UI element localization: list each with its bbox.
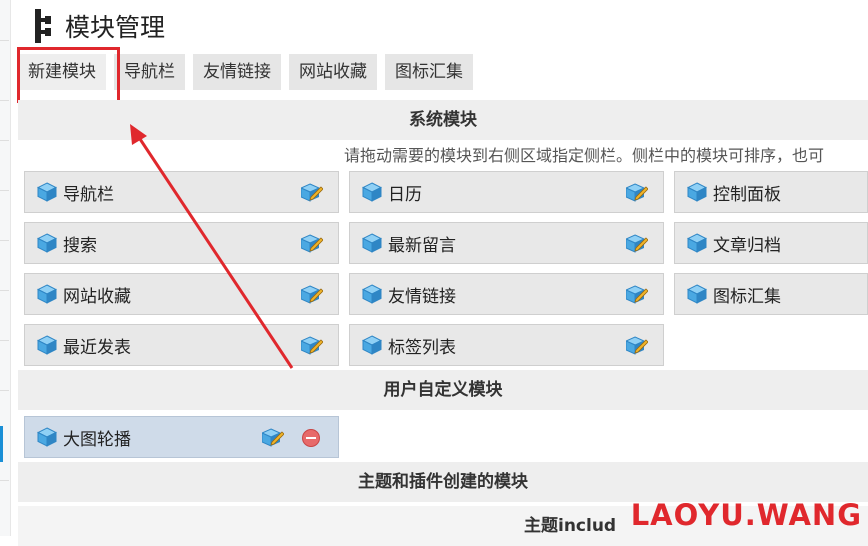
- cube-icon: [687, 182, 707, 202]
- tab-site-favorites[interactable]: 网站收藏: [289, 54, 377, 90]
- rail-divider: [0, 290, 9, 291]
- system-modules-title: 系统模块: [409, 110, 477, 130]
- cube-icon: [687, 233, 707, 253]
- drag-hint: 请拖动需要的模块到右侧区域指定侧栏。侧栏中的模块可排序，也可: [344, 146, 825, 165]
- edit-icon[interactable]: [626, 232, 648, 254]
- rail-divider: [0, 100, 9, 101]
- module-label: 网站收藏: [63, 286, 131, 307]
- theme-include-text: 主题includ: [524, 516, 617, 536]
- custom-modules-title: 用户自定义模块: [383, 380, 503, 400]
- rail-divider: [0, 190, 9, 191]
- module-label: 标签列表: [388, 337, 456, 358]
- cube-icon: [37, 233, 57, 253]
- tree-icon: [34, 9, 52, 43]
- module-system-item[interactable]: 网站收藏: [24, 273, 339, 315]
- rail-divider: [0, 340, 9, 341]
- edit-icon[interactable]: [262, 426, 284, 448]
- rail-divider: [0, 140, 9, 141]
- rail-divider: [0, 240, 9, 241]
- module-system-item[interactable]: 图标汇集: [674, 273, 868, 315]
- cube-icon: [362, 182, 382, 202]
- edit-icon[interactable]: [626, 181, 648, 203]
- module-label: 最新留言: [388, 235, 456, 256]
- cube-icon: [37, 182, 57, 202]
- edit-icon[interactable]: [301, 283, 323, 305]
- module-custom-carousel[interactable]: 大图轮播: [24, 416, 339, 458]
- page-title: 模块管理: [34, 8, 165, 44]
- module-label: 搜索: [63, 235, 97, 256]
- tab-navbar[interactable]: 导航栏: [114, 54, 185, 90]
- module-system-item[interactable]: 最新留言: [349, 222, 664, 264]
- cube-icon: [362, 233, 382, 253]
- theme-modules-header: 主题和插件创建的模块: [18, 462, 868, 502]
- theme-modules-title: 主题和插件创建的模块: [358, 472, 528, 492]
- module-system-item[interactable]: 友情链接: [349, 273, 664, 315]
- edit-icon[interactable]: [301, 232, 323, 254]
- rail-divider: [0, 390, 9, 391]
- tab-icon-collection[interactable]: 图标汇集: [385, 54, 473, 90]
- cube-icon: [687, 284, 707, 304]
- module-label: 日历: [388, 184, 422, 205]
- rail-divider: [0, 40, 9, 41]
- edit-icon[interactable]: [626, 283, 648, 305]
- edit-icon[interactable]: [301, 334, 323, 356]
- rail-active-indicator: [0, 426, 3, 462]
- edit-icon[interactable]: [301, 181, 323, 203]
- rail-divider: [0, 480, 9, 481]
- module-system-item[interactable]: 导航栏: [24, 171, 339, 213]
- module-label: 导航栏: [63, 184, 114, 205]
- module-system-item[interactable]: 文章归档: [674, 222, 868, 264]
- module-label: 大图轮播: [63, 429, 131, 450]
- module-label: 友情链接: [388, 286, 456, 307]
- page-title-text: 模块管理: [65, 13, 166, 42]
- module-label: 文章归档: [713, 235, 781, 256]
- tab-friend-links[interactable]: 友情链接: [193, 54, 281, 90]
- module-system-item[interactable]: 控制面板: [674, 171, 868, 213]
- cube-icon: [37, 335, 57, 355]
- custom-modules-header: 用户自定义模块: [18, 370, 868, 410]
- system-modules-header: 系统模块: [18, 100, 868, 140]
- module-label: 图标汇集: [713, 286, 781, 307]
- edit-icon[interactable]: [626, 334, 648, 356]
- module-label: 控制面板: [713, 184, 781, 205]
- left-rail: [0, 0, 11, 536]
- module-system-item[interactable]: 标签列表: [349, 324, 664, 366]
- highlight-annotation: [17, 47, 120, 103]
- module-label: 最近发表: [63, 337, 131, 358]
- watermark: LAOYU.WANG: [630, 498, 862, 532]
- cube-icon: [37, 427, 57, 447]
- module-system-item[interactable]: 搜索: [24, 222, 339, 264]
- cube-icon: [362, 335, 382, 355]
- cube-icon: [37, 284, 57, 304]
- cube-icon: [362, 284, 382, 304]
- module-system-item[interactable]: 最近发表: [24, 324, 339, 366]
- remove-icon[interactable]: [302, 429, 320, 447]
- module-system-item[interactable]: 日历: [349, 171, 664, 213]
